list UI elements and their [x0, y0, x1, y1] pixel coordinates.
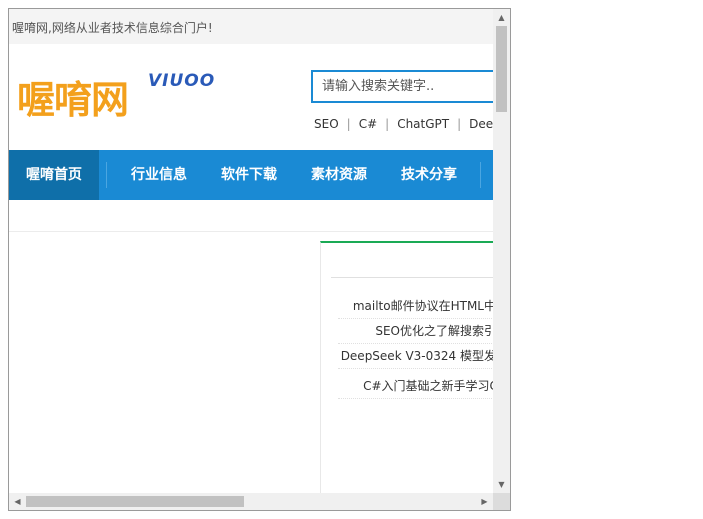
main-content-area — [9, 241, 314, 493]
article-list-panel: mailto邮件协议在HTML中设 SEO优化之了解搜索引擎 DeepSeek … — [320, 241, 493, 493]
scroll-right-icon[interactable]: ▶ — [476, 493, 493, 510]
article-link[interactable]: DeepSeek V3-0324 模型发布 — [338, 347, 493, 369]
scrollbar-corner — [493, 493, 510, 510]
page-viewport: 喔唷网,网络从业者技术信息综合门户! 喔唷网 VIUOO SEO | C# | Chat… — [9, 9, 493, 493]
hot-keywords: SEO | C# | ChatGPT | DeepSe — [314, 117, 493, 131]
logo-chinese-text: 喔唷网 — [17, 78, 129, 122]
hotword-link[interactable]: ChatGPT — [397, 117, 449, 131]
nav-item-home[interactable]: 喔唷首页 — [9, 150, 99, 200]
hotword-separator: | — [457, 117, 462, 131]
search-input[interactable] — [313, 72, 492, 100]
article-link[interactable]: C#入门基础之新手学习C# — [338, 377, 493, 399]
nav-divider — [106, 162, 107, 188]
nav-item-software-download[interactable]: 软件下载 — [204, 150, 294, 200]
search-box — [311, 70, 493, 103]
hotword-link[interactable]: SEO — [314, 117, 339, 131]
nav-item-material-resources[interactable]: 素材资源 — [294, 150, 384, 200]
browser-frame: 喔唷网,网络从业者技术信息综合门户! 喔唷网 VIUOO SEO | C# | Chat… — [8, 8, 511, 511]
hotword-separator: | — [346, 117, 351, 131]
nav-divider — [480, 162, 481, 188]
scroll-up-icon[interactable]: ▲ — [493, 9, 510, 26]
scroll-left-icon[interactable]: ◀ — [9, 493, 26, 510]
section-divider — [9, 231, 493, 232]
nav-item-industry-news[interactable]: 行业信息 — [114, 150, 204, 200]
scroll-down-icon[interactable]: ▼ — [493, 476, 510, 493]
logo-english-text: VIUOO — [148, 71, 216, 91]
site-slogan: 喔唷网,网络从业者技术信息综合门户! — [12, 21, 213, 35]
horizontal-scrollbar[interactable]: ◀ ▶ — [9, 493, 493, 510]
hotword-link[interactable]: DeepSe — [469, 117, 493, 131]
article-link[interactable]: SEO优化之了解搜索引擎 — [338, 322, 493, 344]
panel-header-line — [331, 277, 493, 278]
article-link[interactable]: mailto邮件协议在HTML中设 — [338, 297, 493, 319]
vertical-scroll-thumb[interactable] — [496, 26, 507, 112]
hotword-link[interactable]: C# — [359, 117, 377, 131]
hotword-separator: | — [385, 117, 390, 131]
main-nav: 喔唷首页 行业信息 软件下载 素材资源 技术分享 — [9, 150, 493, 200]
horizontal-scroll-thumb[interactable] — [26, 496, 244, 507]
nav-item-tech-sharing[interactable]: 技术分享 — [384, 150, 474, 200]
top-bar: 喔唷网,网络从业者技术信息综合门户! — [9, 9, 493, 44]
vertical-scrollbar[interactable]: ▲ ▼ — [493, 9, 510, 493]
